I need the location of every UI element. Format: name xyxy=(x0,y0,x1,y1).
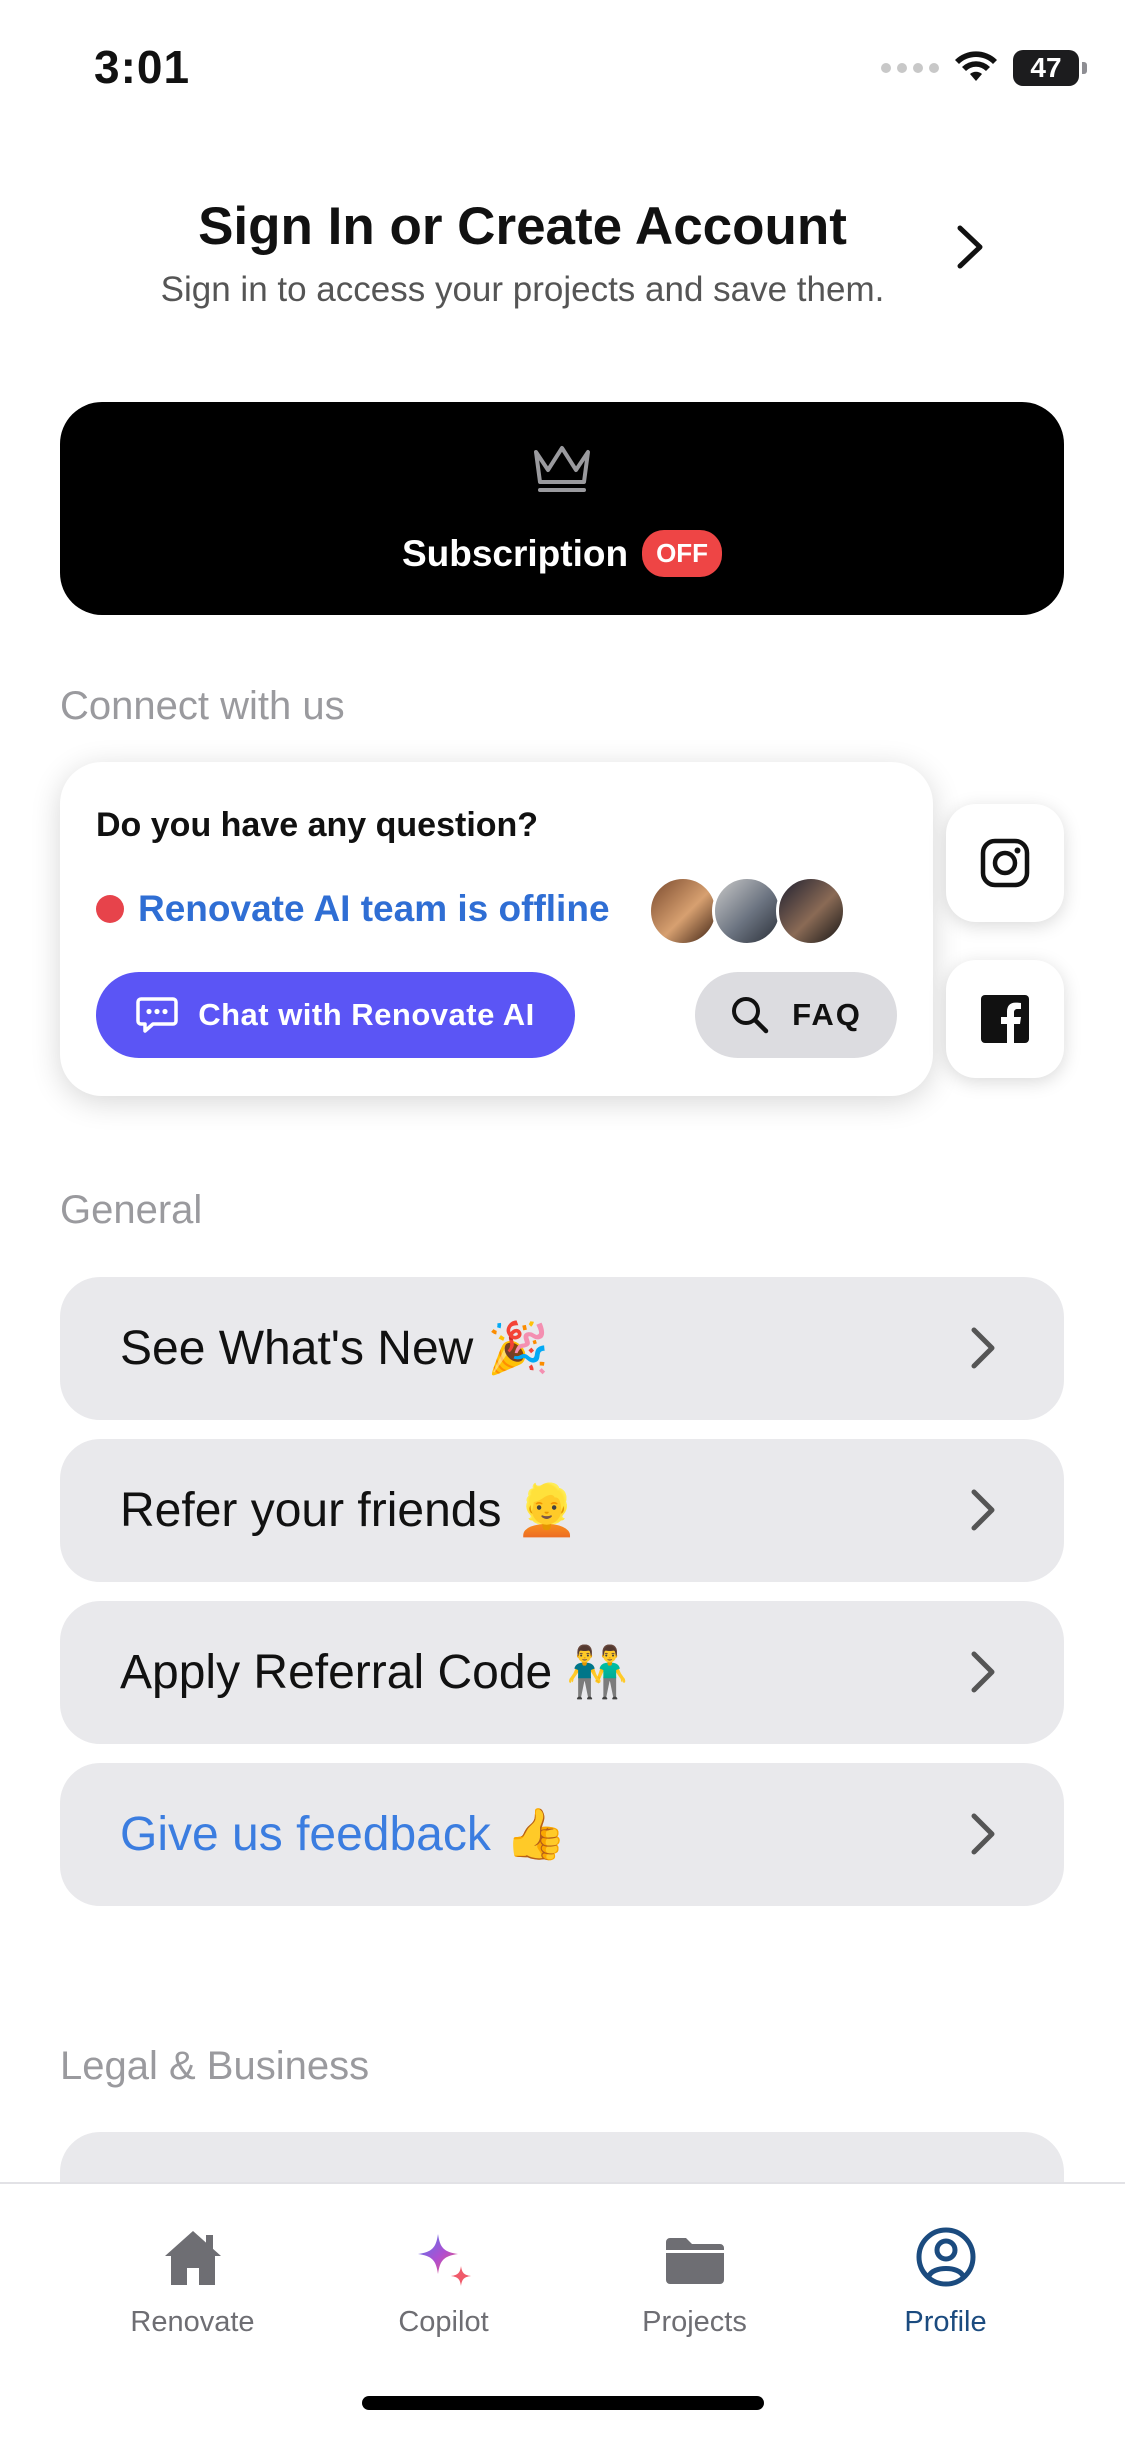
list-item-whats-new[interactable]: See What's New 🎉 xyxy=(60,1277,1064,1420)
sign-in-title[interactable]: Sign In or Create Account xyxy=(0,196,1045,257)
tab-label: Copilot xyxy=(398,2306,489,2338)
section-title-legal: Legal & Business xyxy=(60,2044,370,2088)
status-time: 3:01 xyxy=(94,41,191,93)
subscription-card[interactable]: Subscription OFF xyxy=(60,402,1064,615)
tab-label: Projects xyxy=(642,2306,747,2338)
two-men-holding-hands-icon: 👬 xyxy=(566,1643,629,1701)
chat-with-ai-button[interactable]: Chat with Renovate AI xyxy=(96,972,575,1058)
instagram-button[interactable] xyxy=(946,804,1064,922)
offline-status-dot xyxy=(96,895,124,923)
avatar xyxy=(648,876,718,946)
avatar xyxy=(712,876,782,946)
chevron-right-icon xyxy=(971,1327,995,1369)
tab-renovate[interactable]: Renovate xyxy=(52,2184,333,2384)
wifi-icon xyxy=(955,51,997,81)
subscription-row: Subscription OFF xyxy=(60,530,1064,577)
party-popper-icon: 🎉 xyxy=(487,1319,550,1377)
section-title-connect: Connect with us xyxy=(60,684,345,728)
tab-label: Profile xyxy=(904,2306,987,2338)
section-title-general: General xyxy=(60,1188,203,1232)
list-item-feedback[interactable]: Give us feedback 👍 xyxy=(60,1763,1064,1906)
chevron-right-icon xyxy=(971,1489,995,1531)
facebook-button[interactable] xyxy=(946,960,1064,1078)
chevron-right-icon xyxy=(971,1813,995,1855)
tab-label: Renovate xyxy=(130,2306,255,2338)
chat-button-label: Chat with Renovate AI xyxy=(198,997,535,1032)
faq-button[interactable]: FAQ xyxy=(695,972,897,1058)
tab-copilot[interactable]: Copilot xyxy=(303,2184,584,2384)
chat-bubble-icon xyxy=(136,997,178,1033)
list-item-refer-friends[interactable]: Refer your friends 👱 xyxy=(60,1439,1064,1582)
support-card: Do you have any question? Renovate AI te… xyxy=(60,762,933,1096)
tab-projects[interactable]: Projects xyxy=(554,2184,835,2384)
status-indicators: 47 xyxy=(881,48,1087,88)
list-item-text: Give us feedback xyxy=(120,1808,491,1861)
folder-icon xyxy=(665,2238,724,2284)
chevron-right-icon[interactable] xyxy=(950,222,990,272)
team-avatars xyxy=(648,876,846,946)
list-item-label: Apply Referral Code 👬 xyxy=(120,1601,628,1744)
list-item-text: Refer your friends xyxy=(120,1484,502,1537)
sparkle-icon xyxy=(417,2234,471,2286)
cellular-signal-icon xyxy=(881,63,939,73)
team-status-text: Renovate AI team is offline xyxy=(138,888,610,929)
thumbs-up-icon: 👍 xyxy=(504,1805,568,1863)
crown-icon xyxy=(534,446,590,492)
avatar xyxy=(776,876,846,946)
list-item-label: See What's New 🎉 xyxy=(120,1277,550,1420)
subscription-status-badge: OFF xyxy=(642,530,723,577)
list-item-apply-referral[interactable]: Apply Referral Code 👬 xyxy=(60,1601,1064,1744)
house-icon xyxy=(164,2231,221,2285)
person-blond-icon: 👱 xyxy=(515,1481,578,1539)
search-icon xyxy=(732,997,769,1034)
list-item-text: See What's New xyxy=(120,1322,474,1375)
facebook-icon xyxy=(981,995,1029,1043)
support-question: Do you have any question? xyxy=(96,806,539,844)
list-item-label: Refer your friends 👱 xyxy=(120,1439,578,1582)
list-item-text: Apply Referral Code xyxy=(120,1646,553,1699)
faq-button-label: FAQ xyxy=(792,997,862,1032)
team-status-row: Renovate AI team is offline xyxy=(96,888,610,930)
profile-icon xyxy=(916,2227,975,2287)
sign-in-subtitle: Sign in to access your projects and save… xyxy=(160,270,885,309)
subscription-label: Subscription xyxy=(401,532,629,574)
list-item-label: Give us feedback 👍 xyxy=(120,1763,567,1906)
battery-indicator: 47 xyxy=(1013,50,1087,86)
home-indicator xyxy=(362,2396,764,2410)
tab-profile[interactable]: Profile xyxy=(805,2184,1086,2384)
chevron-right-icon xyxy=(971,1651,995,1693)
instagram-icon xyxy=(980,838,1030,888)
